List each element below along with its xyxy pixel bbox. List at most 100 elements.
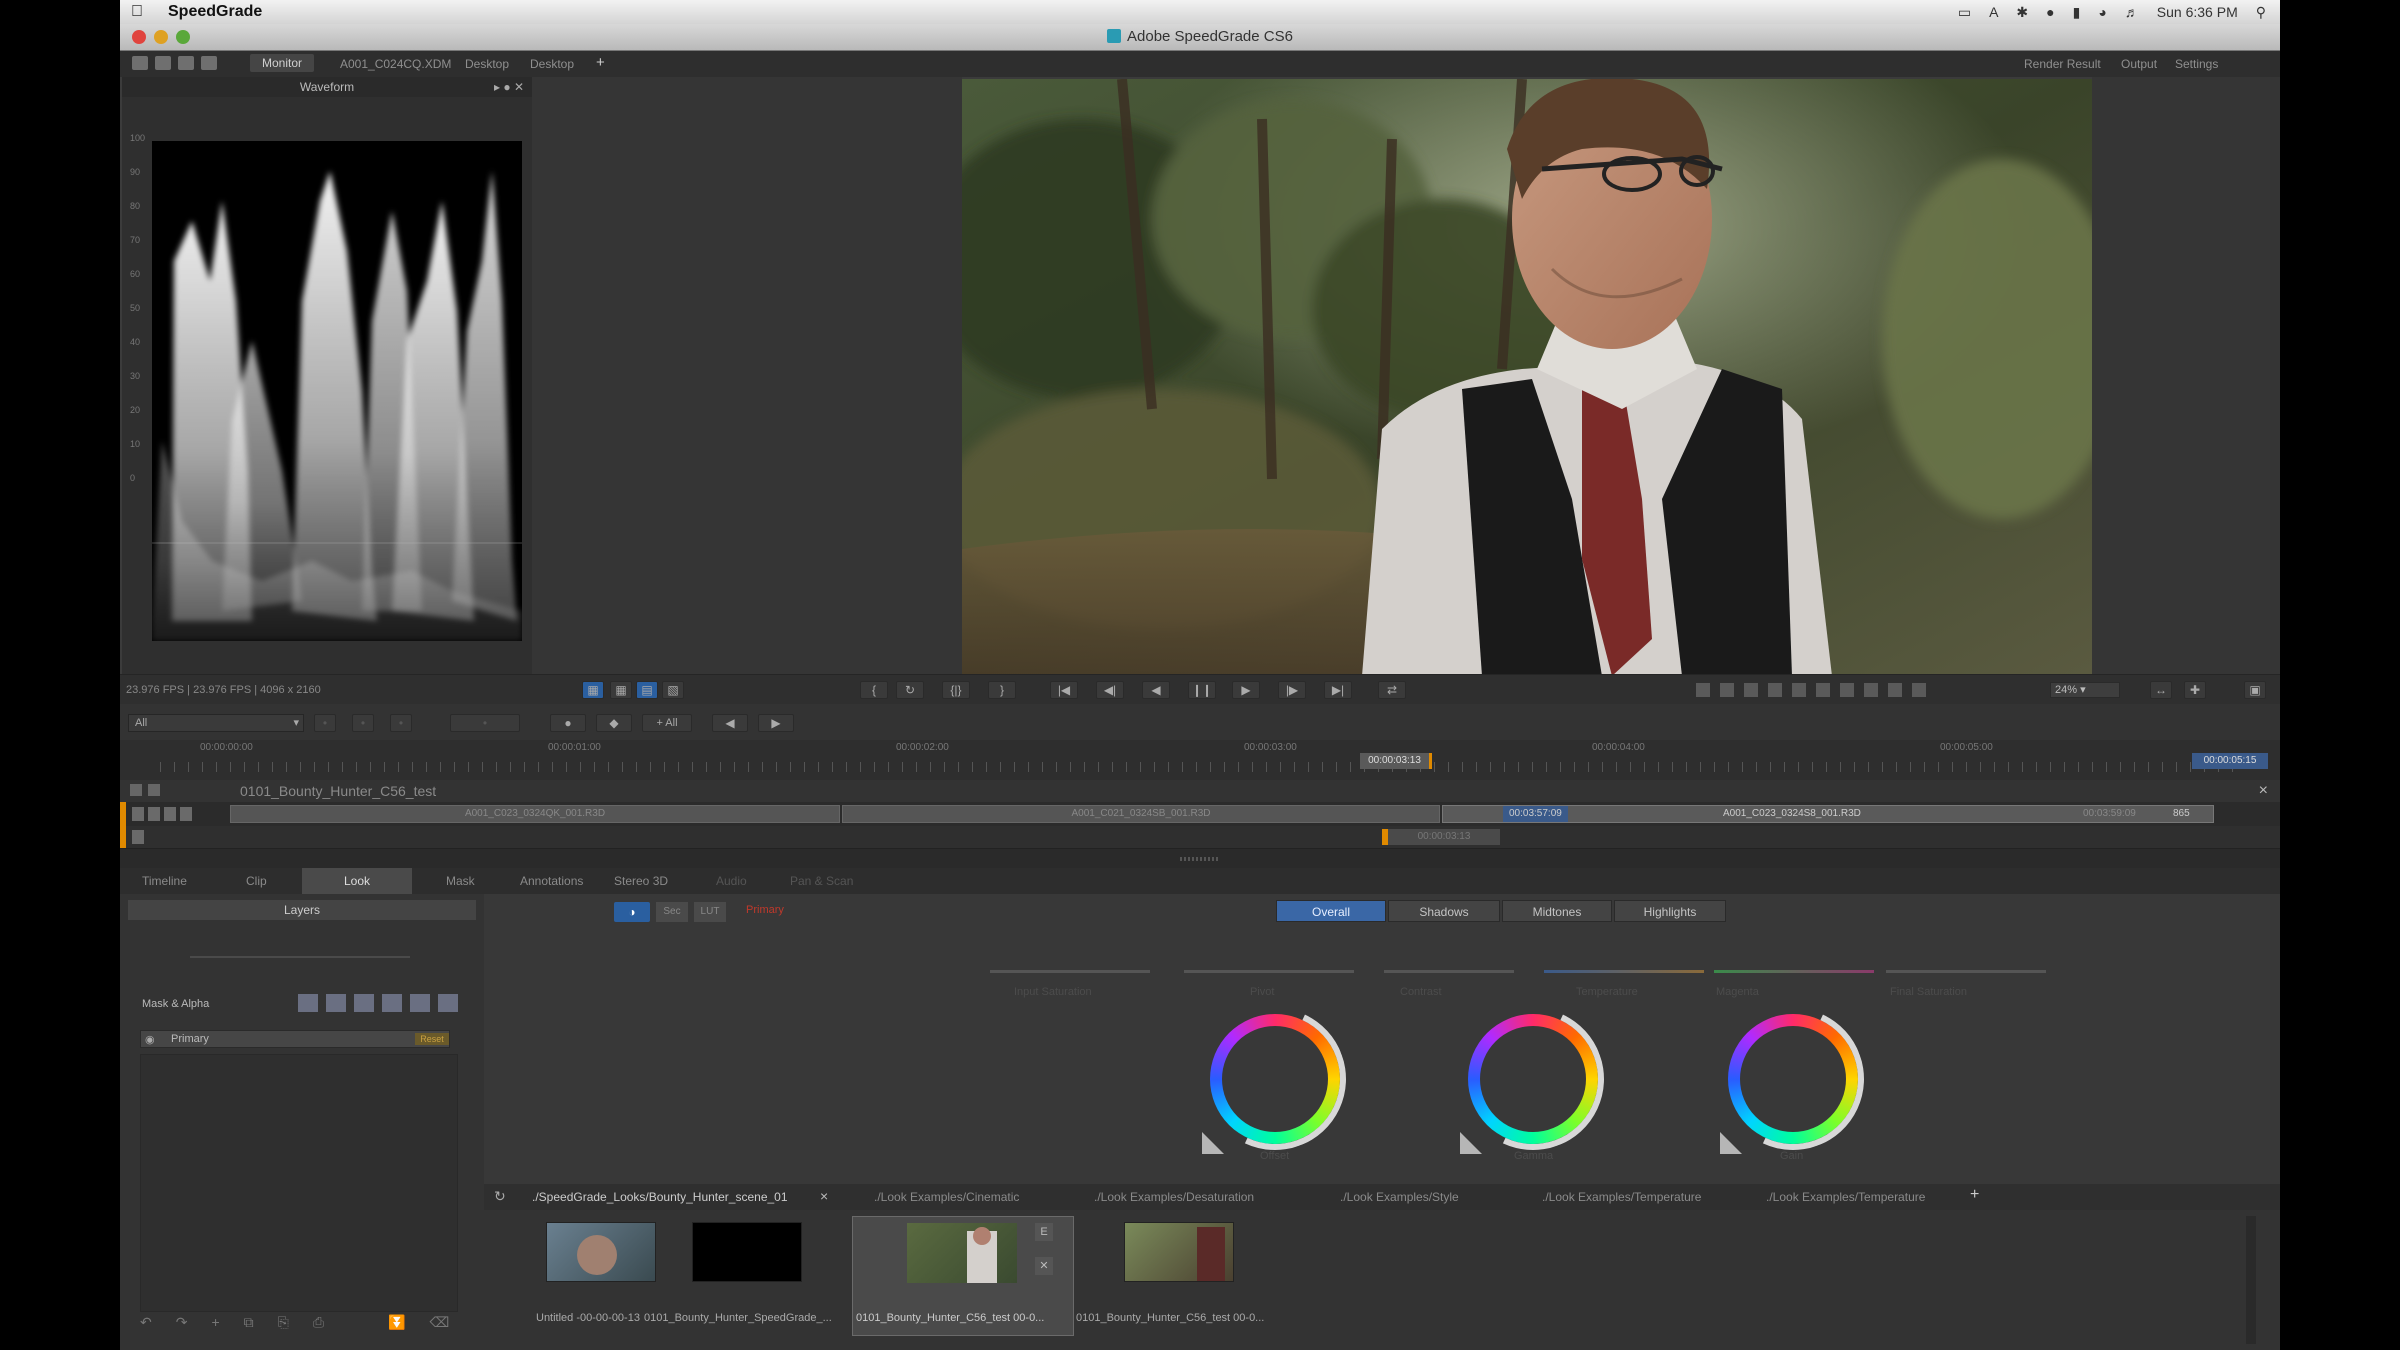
- pause-icon[interactable]: ❙❙: [1188, 681, 1216, 699]
- primary-mode-icon[interactable]: ◑: [614, 902, 650, 922]
- tab-annotations[interactable]: Annotations: [520, 868, 583, 894]
- settings-button[interactable]: Settings: [2175, 57, 2218, 71]
- add-all-button[interactable]: + All: [642, 714, 692, 732]
- lut-mode-button[interactable]: LUT: [694, 902, 726, 922]
- refresh-looks-icon[interactable]: ↻: [494, 1188, 506, 1205]
- mark-in-icon[interactable]: {: [860, 681, 888, 699]
- tab-monitor[interactable]: Monitor: [250, 54, 315, 72]
- add-look-path-button[interactable]: +: [1970, 1186, 1979, 1204]
- go-end-icon[interactable]: ▶|: [1324, 681, 1352, 699]
- tab-desktop-1[interactable]: Desktop: [465, 57, 509, 71]
- ctrl-c-icon[interactable]: •: [352, 714, 374, 732]
- track-tool-icons[interactable]: [132, 807, 192, 821]
- auto-button[interactable]: •: [450, 714, 520, 732]
- split-icon[interactable]: ▤: [636, 681, 658, 699]
- view-mode-icons[interactable]: [1696, 683, 1936, 697]
- fit-icon[interactable]: ↔: [2150, 681, 2172, 699]
- app-menu[interactable]: SpeedGrade: [168, 3, 262, 21]
- magenta-slider[interactable]: [1714, 970, 1874, 973]
- adobe-icon[interactable]: A: [1989, 4, 1998, 20]
- mark-out-icon[interactable]: }: [988, 681, 1016, 699]
- undo-layer-icon[interactable]: ↶: [140, 1314, 152, 1334]
- keyframe-nav-icon[interactable]: ◆: [596, 714, 632, 732]
- gamma-wheel[interactable]: [1441, 987, 1625, 1171]
- tab-look[interactable]: Look: [302, 868, 412, 894]
- prev-icon[interactable]: ◀: [712, 714, 748, 732]
- tab-clip[interactable]: Clip: [246, 868, 267, 894]
- sec-mode-button[interactable]: Sec: [656, 902, 688, 922]
- look-export-icon[interactable]: E: [1035, 1223, 1053, 1241]
- compare-icon[interactable]: ▧: [662, 681, 684, 699]
- center-icon[interactable]: ✚: [2184, 681, 2206, 699]
- segment-overall[interactable]: Overall: [1276, 900, 1386, 922]
- look-path-tab-4[interactable]: ./Look Examples/Style: [1340, 1190, 1459, 1204]
- tab-stereo-3d[interactable]: Stereo 3D: [614, 868, 668, 894]
- divider-grip[interactable]: [1180, 857, 1220, 861]
- opacity-slider[interactable]: [190, 956, 410, 958]
- gain-wheel[interactable]: [1701, 987, 1885, 1171]
- add-layer-icon[interactable]: +: [211, 1314, 219, 1334]
- tab-xdm[interactable]: A001_C024CQ.XDM: [340, 57, 451, 71]
- look-path-tab-5[interactable]: ./Look Examples/Temperature: [1542, 1190, 1701, 1204]
- marker-track-icon[interactable]: [132, 830, 144, 844]
- look-path-tab-2[interactable]: ./Look Examples/Cinematic: [874, 1190, 1019, 1204]
- temperature-slider[interactable]: [1544, 970, 1704, 973]
- layer-reset-button[interactable]: Reset: [415, 1033, 449, 1045]
- track-lock-icon[interactable]: [130, 784, 142, 796]
- spotlight-icon[interactable]: ⚲: [2256, 4, 2266, 21]
- undo-icon[interactable]: [178, 56, 194, 70]
- add-tab-button[interactable]: +: [596, 54, 605, 71]
- clip-1[interactable]: A001_C023_0324QK_001.R3D: [230, 805, 840, 823]
- fullscreen-icon[interactable]: ▣: [2244, 681, 2266, 699]
- look-thumb-1[interactable]: [546, 1222, 656, 1282]
- record-icon[interactable]: ●: [2046, 4, 2054, 20]
- save-icon[interactable]: [155, 56, 171, 70]
- wifi-icon[interactable]: ◕: [2098, 4, 2106, 20]
- bluetooth-icon[interactable]: ✱: [2016, 4, 2028, 21]
- play-reverse-icon[interactable]: ◀: [1142, 681, 1170, 699]
- panel-divider[interactable]: [120, 848, 2280, 868]
- layer-row-primary[interactable]: ◉ Primary Reset: [140, 1030, 450, 1048]
- ctrl-b-icon[interactable]: •: [314, 714, 336, 732]
- delete-layer-icon[interactable]: ⌫: [430, 1314, 450, 1334]
- look-delete-icon[interactable]: ✕: [1035, 1257, 1053, 1275]
- save-look-icon[interactable]: ⏬: [388, 1314, 405, 1334]
- redo-icon[interactable]: [201, 56, 217, 70]
- redo-layer-icon[interactable]: ↷: [176, 1314, 188, 1334]
- look-browser-scrollbar[interactable]: [2246, 1216, 2256, 1344]
- layer-visibility-icon[interactable]: ◉: [145, 1033, 155, 1046]
- play-icon[interactable]: ▶: [1232, 681, 1260, 699]
- tab-timeline[interactable]: Timeline: [142, 868, 187, 894]
- tab-mask[interactable]: Mask: [446, 868, 475, 894]
- clock[interactable]: Sun 6:36 PM: [2157, 4, 2238, 20]
- loop-icon[interactable]: ↻: [896, 681, 924, 699]
- track-close-icon[interactable]: ×: [2259, 782, 2268, 800]
- loop-mode-icon[interactable]: ⇄: [1378, 681, 1406, 699]
- step-forward-icon[interactable]: |▶: [1278, 681, 1306, 699]
- add-keyframe-icon[interactable]: ●: [550, 714, 586, 732]
- tab-pan-scan[interactable]: Pan & Scan: [790, 868, 853, 894]
- look-path-tab-3[interactable]: ./Look Examples/Desaturation: [1094, 1190, 1254, 1204]
- look-thumb-2[interactable]: [692, 1222, 802, 1282]
- end-timecode[interactable]: 00:00:05:15: [2192, 753, 2268, 769]
- output-button[interactable]: Output: [2121, 57, 2157, 71]
- track-filter-select[interactable]: All ▾: [128, 714, 304, 732]
- next-icon[interactable]: ▶: [758, 714, 794, 732]
- segment-midtones[interactable]: Midtones: [1502, 900, 1612, 922]
- video-viewer[interactable]: [962, 79, 2092, 676]
- ctrl-d-icon[interactable]: •: [390, 714, 412, 732]
- look-thumb-4[interactable]: [1124, 1222, 1234, 1282]
- clip-2[interactable]: A001_C021_0324SB_001.R3D: [842, 805, 1440, 823]
- segment-shadows[interactable]: Shadows: [1388, 900, 1500, 922]
- apple-menu-icon[interactable]: : [120, 3, 154, 21]
- close-look-tab-icon[interactable]: ×: [820, 1188, 828, 1204]
- window-icon[interactable]: ▭: [1958, 4, 1971, 21]
- timeline-ruler[interactable]: 00:00:00:00 00:00:01:00 00:00:02:00 00:0…: [120, 740, 2280, 780]
- volume-icon[interactable]: ♬: [2125, 4, 2139, 20]
- pivot-slider[interactable]: [1184, 970, 1354, 973]
- layout-icon[interactable]: ▦: [582, 681, 604, 699]
- zoom-select[interactable]: 24% ▾: [2050, 682, 2120, 698]
- tab-audio[interactable]: Audio: [716, 868, 747, 894]
- look-path-tab-6[interactable]: ./Look Examples/Temperature: [1766, 1190, 1925, 1204]
- segment-highlights[interactable]: Highlights: [1614, 900, 1726, 922]
